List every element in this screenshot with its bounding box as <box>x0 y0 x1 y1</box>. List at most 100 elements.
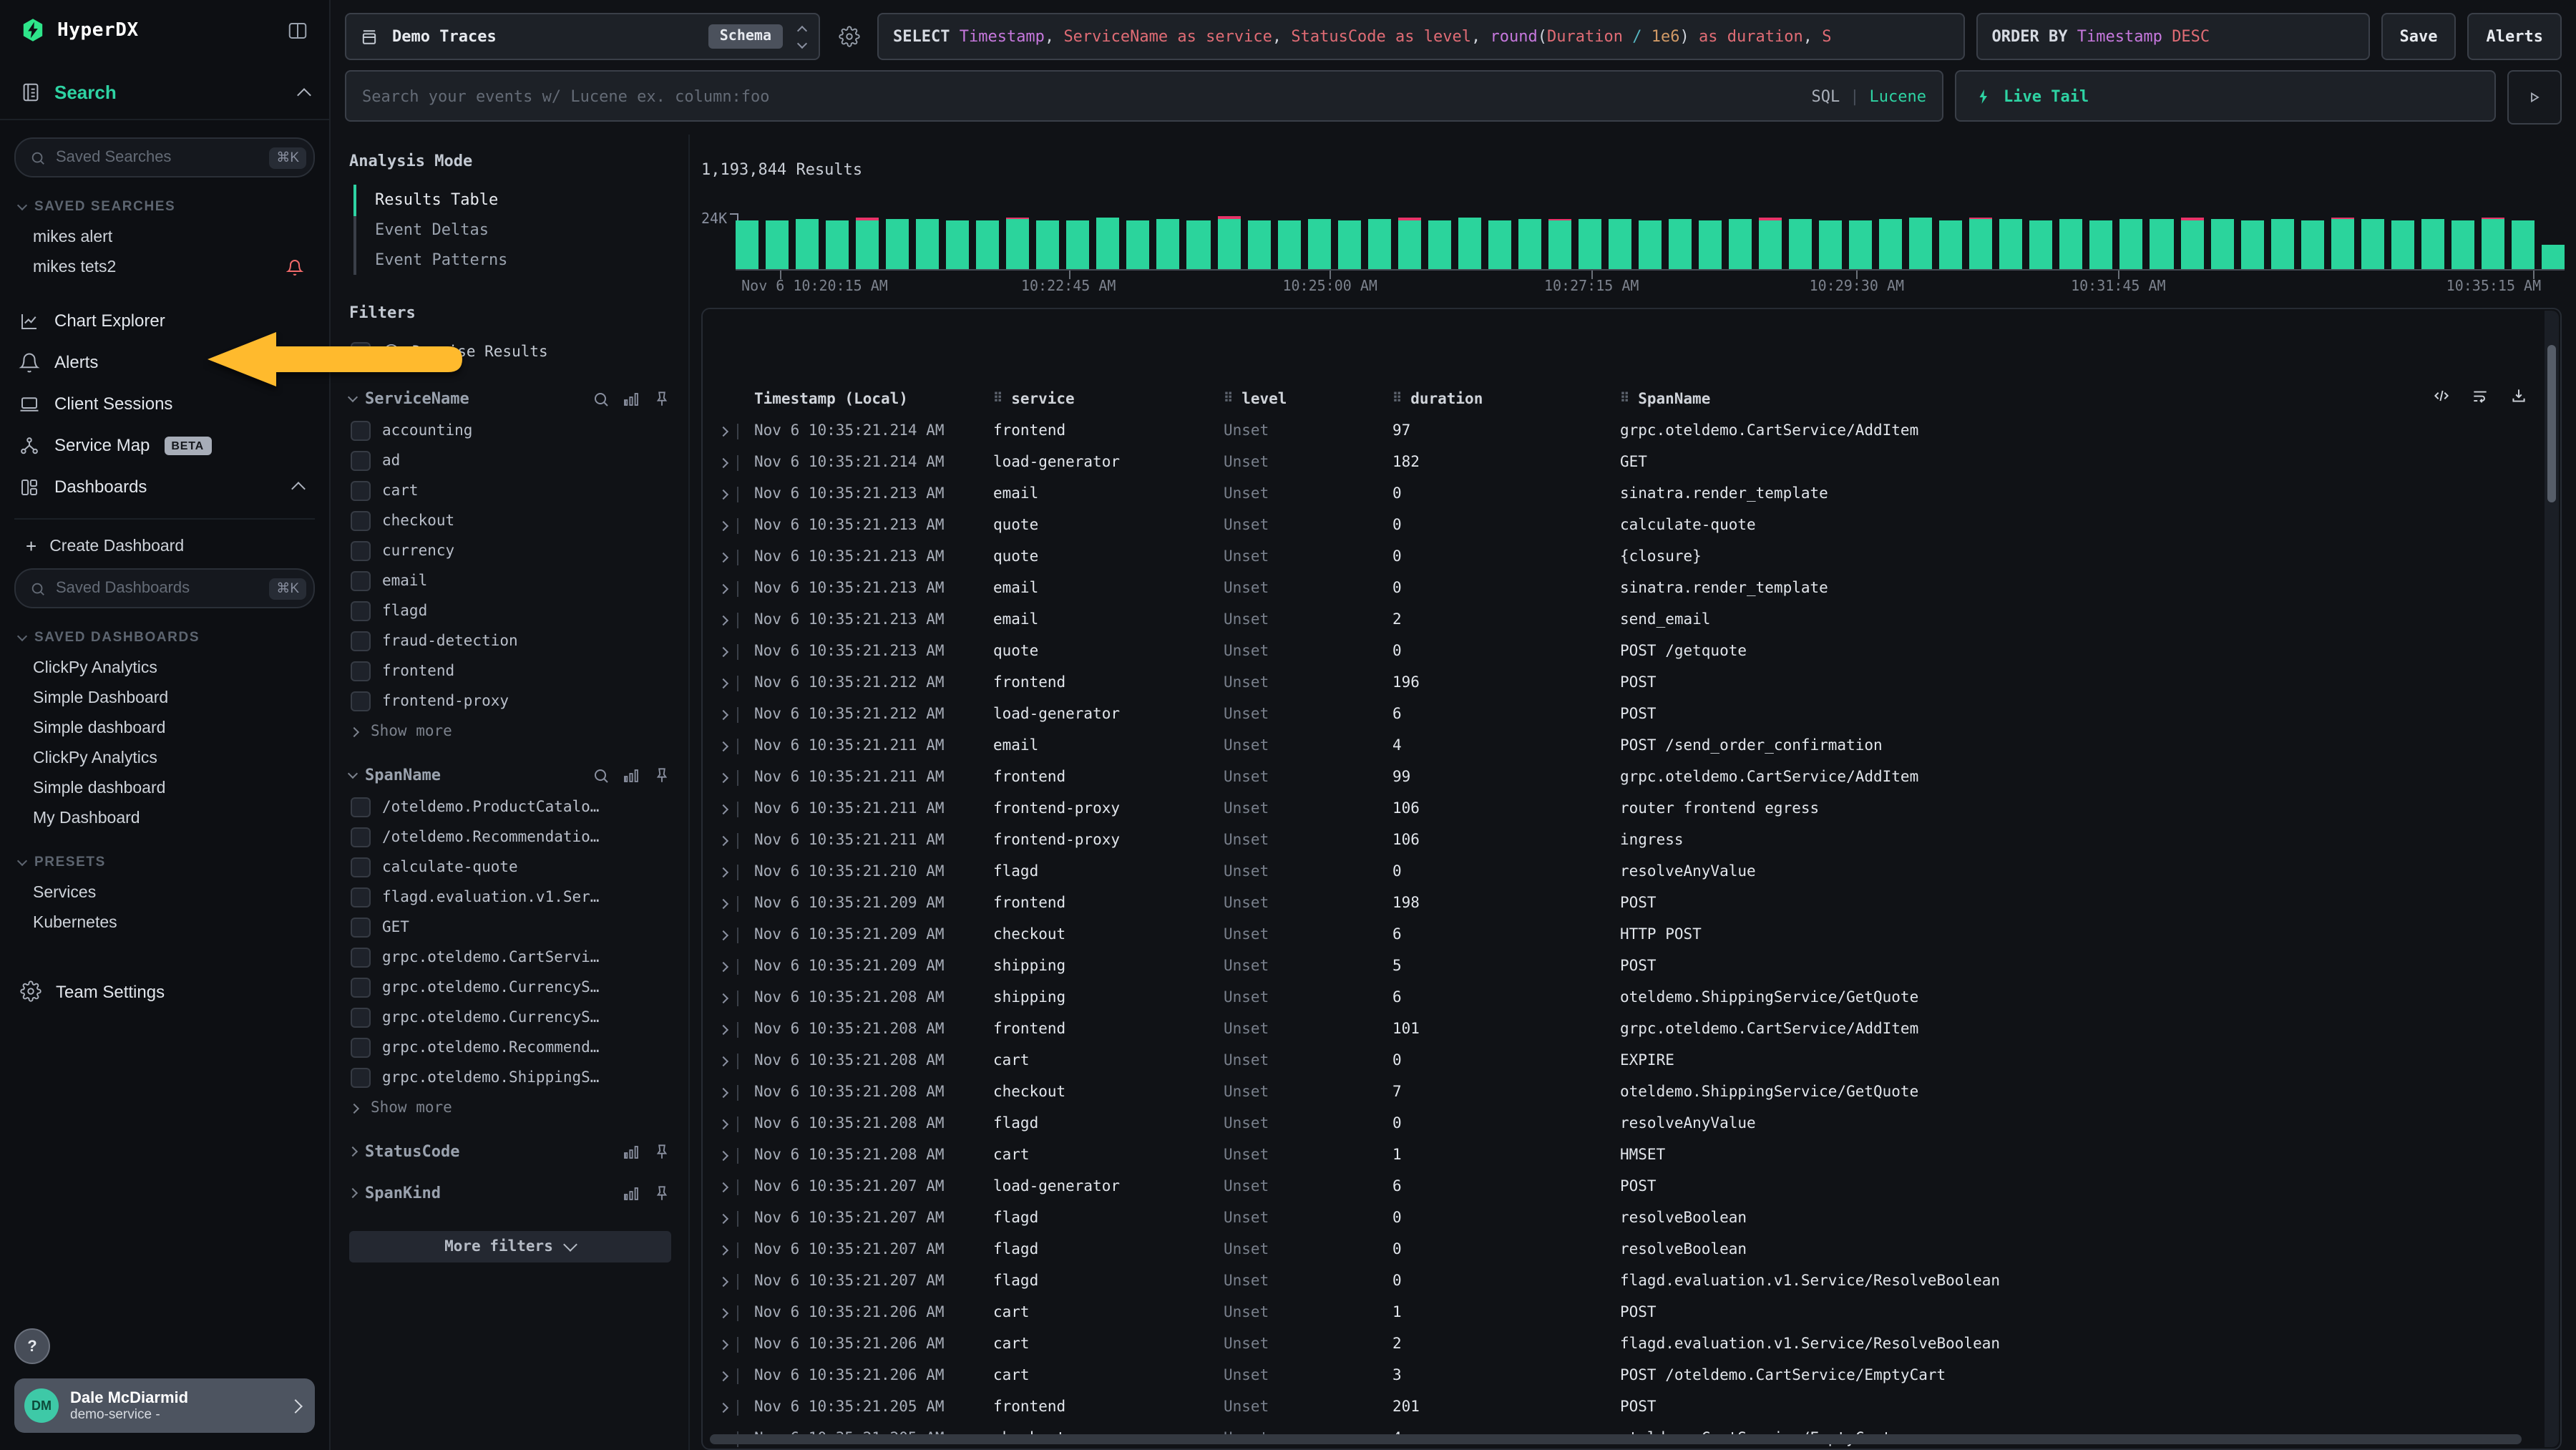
checkbox[interactable] <box>351 827 371 847</box>
histogram-bar[interactable] <box>856 220 879 269</box>
bar-chart-icon[interactable] <box>623 1184 640 1202</box>
sidebar-item-alerts[interactable]: Alerts <box>14 342 315 382</box>
histogram-bar[interactable] <box>2180 220 2203 269</box>
histogram-bar[interactable] <box>2331 220 2353 269</box>
table-row[interactable]: Nov 6 10:35:21.212 AMload-generatorUnset… <box>703 699 2543 730</box>
table-row[interactable]: Nov 6 10:35:21.213 AMquoteUnset0POST /ge… <box>703 636 2543 667</box>
histogram-bar[interactable] <box>1367 219 1390 269</box>
row-expander[interactable] <box>703 486 754 502</box>
filter-checkbox-row[interactable]: grpc.oteldemo.ShippingS… <box>349 1062 671 1092</box>
histogram-bar[interactable] <box>1277 220 1300 269</box>
data-source-select[interactable]: Demo Traces Schema <box>345 13 820 60</box>
histogram-bar[interactable] <box>1157 220 1180 269</box>
checkbox[interactable] <box>351 600 371 621</box>
checkbox[interactable] <box>351 917 371 937</box>
histogram-bar[interactable] <box>796 218 819 269</box>
row-expander[interactable] <box>703 1336 754 1352</box>
histogram-bar[interactable] <box>2512 220 2534 269</box>
histogram-bar[interactable] <box>1609 220 1631 269</box>
histogram-bar[interactable] <box>1518 219 1541 269</box>
filter-checkbox-row[interactable]: frontend-proxy <box>349 686 671 716</box>
saved-dashboards-input[interactable]: Saved Dashboards ⌘K <box>14 568 315 608</box>
checkbox[interactable] <box>351 510 371 530</box>
histogram-bar[interactable] <box>1037 220 1060 269</box>
filter-checkbox-row[interactable]: grpc.oteldemo.CurrencyS… <box>349 972 671 1002</box>
row-expander[interactable] <box>703 1273 754 1289</box>
histogram-bar[interactable] <box>2361 219 2384 269</box>
pin-icon[interactable] <box>653 389 671 408</box>
order-by-input[interactable]: ORDER BY Timestamp DESC <box>1976 13 2370 60</box>
analysis-mode-event-patterns[interactable]: Event Patterns <box>356 245 671 275</box>
column-drag-handle[interactable]: ⠿ <box>1224 392 1233 407</box>
checkbox[interactable] <box>351 341 371 361</box>
lucene-search-input[interactable]: Search your events w/ Lucene ex. column:… <box>345 70 1943 122</box>
table-row[interactable]: Nov 6 10:35:21.213 AMquoteUnset0{closure… <box>703 541 2543 573</box>
checkbox[interactable] <box>351 977 371 997</box>
code-view-icon[interactable] <box>2431 386 2451 405</box>
column-drag-handle[interactable]: ⠿ <box>1620 392 1629 407</box>
table-row[interactable]: Nov 6 10:35:21.208 AMcartUnset0EXPIRE <box>703 1045 2543 1076</box>
filter-checkbox-row[interactable]: flagd <box>349 595 671 626</box>
row-expander[interactable] <box>703 1084 754 1100</box>
histogram-bar[interactable] <box>1488 220 1511 269</box>
column-header-duration[interactable]: ⠿duration <box>1392 391 1620 408</box>
histogram-bar[interactable] <box>1970 220 1993 269</box>
checkbox[interactable] <box>351 631 371 651</box>
row-expander[interactable] <box>703 580 754 596</box>
table-row[interactable]: Nov 6 10:35:21.211 AMfrontendUnset99grpc… <box>703 762 2543 793</box>
row-expander[interactable] <box>703 675 754 691</box>
histogram-bar[interactable] <box>1639 220 1662 269</box>
row-expander[interactable] <box>703 895 754 911</box>
table-row[interactable]: Nov 6 10:35:21.208 AMshippingUnset6oteld… <box>703 982 2543 1013</box>
histogram-bar[interactable] <box>1307 218 1330 269</box>
histogram-bar[interactable] <box>2210 219 2233 269</box>
histogram-bar[interactable] <box>1849 220 1872 269</box>
more-filters-button[interactable]: More filters <box>349 1231 671 1262</box>
table-row[interactable]: Nov 6 10:35:21.209 AMshippingUnset5POST <box>703 950 2543 982</box>
sidebar-item-dashboards[interactable]: Dashboards <box>14 467 315 507</box>
user-card[interactable]: DM Dale McDiarmid demo-service - <box>14 1378 315 1433</box>
alerts-button[interactable]: Alerts <box>2468 13 2562 60</box>
row-expander[interactable] <box>703 706 754 722</box>
pin-icon[interactable] <box>653 766 671 784</box>
table-row[interactable]: Nov 6 10:35:21.207 AMload-generatorUnset… <box>703 1171 2543 1202</box>
saved-dashboard-item[interactable]: ClickPy Analytics <box>14 653 315 683</box>
table-row[interactable]: Nov 6 10:35:21.214 AMload-generatorUnset… <box>703 447 2543 478</box>
row-expander[interactable] <box>703 1021 754 1037</box>
filter-checkbox-row[interactable]: ad <box>349 445 671 475</box>
column-header-service[interactable]: ⠿service <box>993 391 1224 408</box>
row-expander[interactable] <box>703 832 754 848</box>
column-drag-handle[interactable]: ⠿ <box>1392 392 1402 407</box>
filter-group-statuscode[interactable]: StatusCode <box>349 1142 671 1161</box>
wrap-text-icon[interactable] <box>2470 386 2490 405</box>
mode-sql[interactable]: SQL <box>1812 87 1840 105</box>
row-expander[interactable] <box>703 423 754 439</box>
checkbox[interactable] <box>351 947 371 967</box>
run-query-button[interactable] <box>2507 70 2562 125</box>
checkbox[interactable] <box>351 661 371 681</box>
row-expander[interactable] <box>703 927 754 943</box>
chevron-up-icon[interactable] <box>291 482 306 496</box>
search-icon[interactable] <box>592 390 610 407</box>
histogram-bar[interactable] <box>2270 219 2293 269</box>
table-row[interactable]: Nov 6 10:35:21.206 AMcartUnset2flagd.eva… <box>703 1328 2543 1360</box>
sidebar-item-search[interactable]: Search <box>20 82 309 103</box>
histogram-bar[interactable] <box>1127 221 1150 269</box>
sql-select-input[interactable]: SELECT Timestamp, ServiceName as service… <box>877 13 1965 60</box>
histogram-bar[interactable] <box>2391 220 2414 269</box>
table-row[interactable]: Nov 6 10:35:21.208 AMflagdUnset0resolveA… <box>703 1108 2543 1139</box>
filter-checkbox-row[interactable]: GET <box>349 912 671 942</box>
table-row[interactable]: Nov 6 10:35:21.211 AMfrontend-proxyUnset… <box>703 824 2543 856</box>
analysis-mode-results-table[interactable]: Results Table <box>356 185 671 215</box>
table-row[interactable]: Nov 6 10:35:21.209 AMcheckoutUnset6HTTP … <box>703 919 2543 950</box>
histogram-bar[interactable] <box>2120 219 2143 269</box>
table-row[interactable]: Nov 6 10:35:21.211 AMfrontend-proxyUnset… <box>703 793 2543 824</box>
live-tail-button[interactable]: Live Tail <box>1955 70 2496 122</box>
histogram-bar[interactable] <box>977 220 1000 269</box>
presets-section[interactable]: PRESETS <box>19 855 315 870</box>
table-row[interactable]: Nov 6 10:35:21.210 AMflagdUnset0resolveA… <box>703 856 2543 887</box>
checkbox[interactable] <box>351 420 371 440</box>
bar-chart-icon[interactable] <box>623 767 640 784</box>
histogram-bar[interactable] <box>1187 220 1210 269</box>
table-row[interactable]: Nov 6 10:35:21.206 AMcartUnset3POST /ote… <box>703 1360 2543 1391</box>
